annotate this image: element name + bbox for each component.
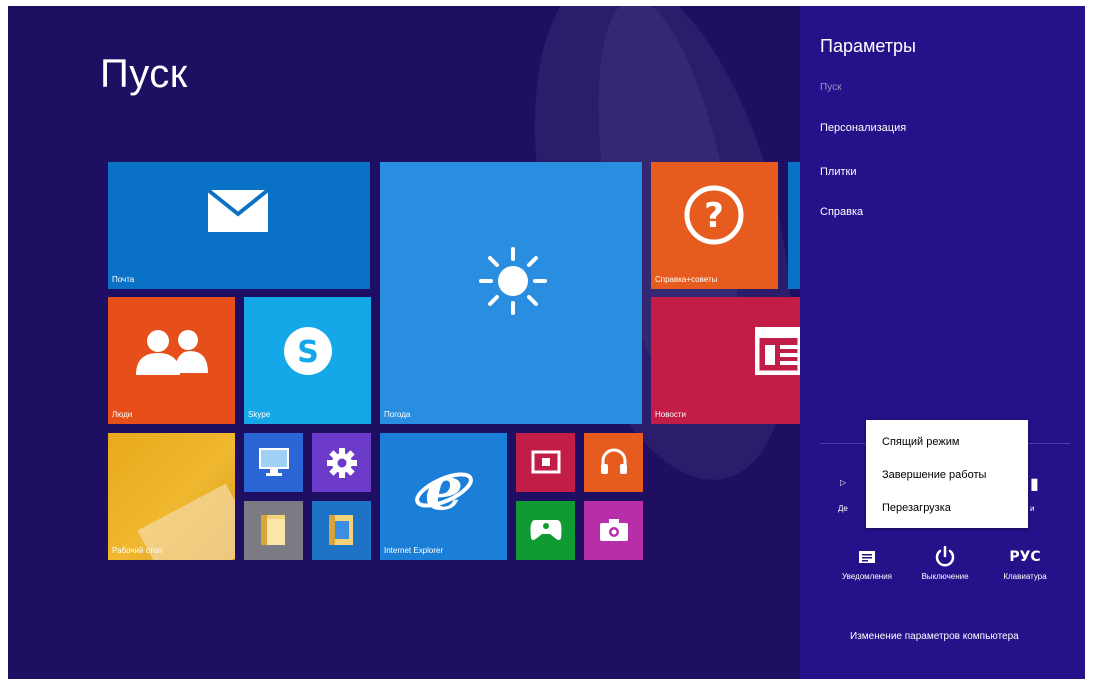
svg-text:e: e — [425, 457, 463, 519]
menu-item-shutdown[interactable]: Завершение работы — [882, 469, 986, 481]
tile-label: Internet Explorer — [384, 546, 444, 555]
tile-label: Рабочий стол — [112, 546, 163, 555]
partial-icon-label: ▮ — [1030, 476, 1039, 493]
svg-text:S: S — [297, 335, 319, 370]
game-controller-icon — [529, 518, 563, 542]
power-menu: Спящий режим Завершение работы Перезагру… — [866, 420, 1028, 528]
tile-mail[interactable]: Почта — [108, 162, 370, 289]
power-label: Выключение — [921, 572, 969, 581]
tile-news[interactable]: Новости — [651, 297, 800, 424]
folder-icon — [327, 513, 357, 547]
pane-item-help[interactable]: Справка — [820, 206, 863, 218]
power-icon — [910, 546, 980, 568]
tile-music[interactable] — [584, 433, 643, 492]
tile-label: Погода — [384, 410, 411, 419]
notifications-label: Уведомления — [841, 572, 893, 581]
notifications-icon — [832, 546, 902, 568]
tile-games[interactable] — [516, 501, 575, 560]
menu-item-sleep[interactable]: Спящий режим — [882, 436, 959, 448]
tile-file-explorer[interactable] — [312, 501, 371, 560]
headphones-icon — [599, 446, 629, 476]
tile-desktop[interactable]: Рабочий стол — [108, 433, 235, 560]
menu-item-restart[interactable]: Перезагрузка — [882, 502, 951, 514]
start-title: Пуск — [100, 52, 188, 96]
mail-icon — [206, 188, 270, 234]
pane-item-personalization[interactable]: Персонализация — [820, 122, 906, 134]
sun-icon — [478, 246, 548, 316]
computer-icon — [257, 445, 291, 479]
pane-title: Параметры — [820, 36, 916, 56]
tile-label: Почта — [112, 275, 135, 284]
tile-this-pc[interactable] — [244, 433, 303, 492]
tile-pc-settings[interactable] — [312, 433, 371, 492]
news-icon — [755, 327, 800, 375]
partial-label: и — [1030, 504, 1035, 513]
tile-people[interactable]: Люди — [108, 297, 235, 424]
camera-icon — [599, 518, 629, 542]
video-icon — [531, 450, 561, 474]
gear-icon — [326, 447, 358, 479]
settings-pane: Параметры Пуск Персонализация Плитки Спр… — [800, 6, 1085, 679]
tile-partial[interactable] — [788, 162, 800, 289]
power-button[interactable]: Выключение — [910, 546, 980, 581]
change-pc-settings-link[interactable]: Изменение параметров компьютера — [850, 631, 1019, 642]
tile-label: Справка+советы — [655, 275, 718, 284]
keyboard-label: Клавиатура — [1003, 572, 1047, 581]
tile-video[interactable] — [516, 433, 575, 492]
svg-text:?: ? — [704, 196, 724, 236]
partial-icon-label: ▷ — [840, 478, 847, 487]
tile-documents[interactable] — [244, 501, 303, 560]
folder-icon — [259, 513, 289, 547]
partial-label: Де — [838, 504, 848, 513]
pane-item-tiles[interactable]: Плитки — [820, 166, 856, 178]
people-icon — [134, 327, 210, 377]
tile-help[interactable]: ? Справка+советы — [651, 162, 778, 289]
tile-weather[interactable]: Погода — [380, 162, 642, 424]
tile-skype[interactable]: S Skype — [244, 297, 371, 424]
tile-camera[interactable] — [584, 501, 643, 560]
tile-label: Новости — [655, 410, 686, 419]
tile-internet-explorer[interactable]: e Internet Explorer — [380, 433, 507, 560]
notifications-button[interactable]: Уведомления — [832, 546, 902, 581]
start-screen: Пуск Почта Погода ? Справка+советы Люди … — [8, 6, 1085, 679]
question-icon: ? — [683, 184, 745, 246]
skype-icon: S — [282, 325, 334, 377]
internet-explorer-icon: e — [413, 457, 475, 519]
keyboard-button[interactable]: РУС Клавиатура — [990, 546, 1060, 581]
tile-label: Люди — [112, 410, 133, 419]
pane-subtitle: Пуск — [820, 82, 842, 93]
keyboard-language-indicator: РУС — [1009, 549, 1041, 565]
tile-label: Skype — [248, 410, 271, 419]
